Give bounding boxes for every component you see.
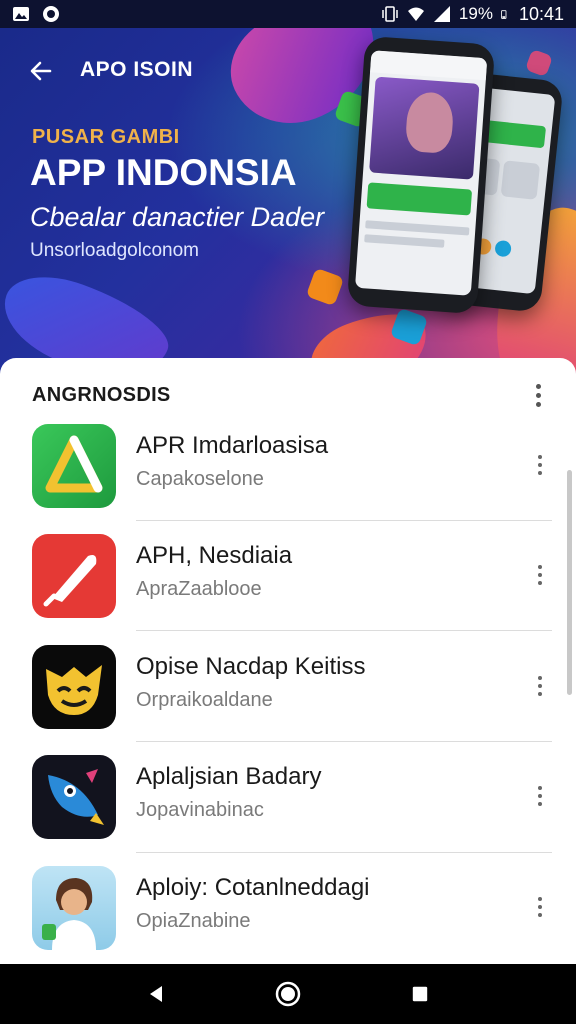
app-name: Aplaljsian Badary <box>136 763 322 790</box>
banner-url: Unsorloadgolconom <box>30 240 199 261</box>
pink-badge-icon <box>524 48 554 78</box>
app-subtitle: Jopavinabinac <box>136 799 264 821</box>
status-bar: 19% 10:41 <box>0 0 576 28</box>
promo-banner: APO ISOIN PUSAR GAMBI APP INDONSIA Cbeal… <box>0 28 576 388</box>
notification-icon <box>43 6 59 22</box>
section-overflow-menu-icon[interactable] <box>528 380 548 410</box>
item-overflow-menu-icon[interactable] <box>530 450 550 480</box>
item-overflow-menu-icon[interactable] <box>530 781 550 811</box>
section-title: ANGRNOSDIS <box>32 384 171 406</box>
signal-icon <box>433 6 450 22</box>
divider <box>136 630 552 631</box>
back-nav-icon[interactable] <box>136 974 176 1014</box>
app-name: APH, Nesdiaia <box>136 542 293 569</box>
list-item[interactable]: APH, Nesdiaia ApraZaablooe <box>0 534 560 644</box>
phone-screen <box>354 50 488 296</box>
screen: 19% 10:41 APO ISOIN PUSAR GAMBI APP INDO… <box>0 0 576 1024</box>
girl-avatar-icon <box>32 866 116 950</box>
app-subtitle: Orpraikoaldane <box>136 689 273 711</box>
phone-mockup <box>346 35 496 315</box>
divider <box>136 520 552 521</box>
banner-title: APP INDONSIA <box>30 152 297 193</box>
back-arrow-icon[interactable] <box>28 58 54 84</box>
item-overflow-menu-icon[interactable] <box>530 671 550 701</box>
list-item[interactable]: Opise Nacdap Keitiss Orpraikoaldane <box>0 645 560 755</box>
rocket-logo-icon <box>32 534 116 618</box>
divider <box>136 741 552 742</box>
toolbar-title: APO ISOIN <box>80 58 194 81</box>
app-name: APR Imdarloasisa <box>136 432 329 459</box>
list-item[interactable]: APR Imdarloasisa Capakoselone <box>0 424 560 534</box>
home-nav-icon[interactable] <box>268 974 308 1014</box>
rocket-fish-icon <box>32 755 116 839</box>
triangle-logo-icon <box>32 424 116 508</box>
vibrate-icon <box>382 6 398 22</box>
battery-level: 19% <box>458 4 493 23</box>
recents-nav-icon[interactable] <box>400 974 440 1014</box>
app-subtitle: Capakoselone <box>136 468 264 490</box>
orange-badge-icon <box>305 267 345 307</box>
app-subtitle: ApraZaablooe <box>136 578 262 600</box>
list-item[interactable]: Aploiy: Cotanlneddagi OpiaZnabine <box>0 866 560 976</box>
system-nav-bar <box>0 964 576 1024</box>
banner-subtitle: Cbealar danactier Dader <box>30 202 325 232</box>
list-item[interactable]: Aplaljsian Badary Jopavinabinac <box>0 755 560 865</box>
app-name: Opise Nacdap Keitiss <box>136 653 366 680</box>
cat-face-icon <box>32 645 116 729</box>
scrollbar[interactable] <box>567 470 572 695</box>
divider <box>136 852 552 853</box>
app-subtitle: OpiaZnabine <box>136 910 251 932</box>
app-name: Aploiy: Cotanlneddagi <box>136 874 370 901</box>
banner-overline: PUSAR GAMBI <box>32 126 180 148</box>
wifi-icon <box>407 7 424 21</box>
battery-icon <box>501 10 507 19</box>
item-overflow-menu-icon[interactable] <box>530 892 550 922</box>
gallery-icon <box>13 7 29 21</box>
item-overflow-menu-icon[interactable] <box>530 560 550 590</box>
clock: 10:41 <box>518 3 564 24</box>
